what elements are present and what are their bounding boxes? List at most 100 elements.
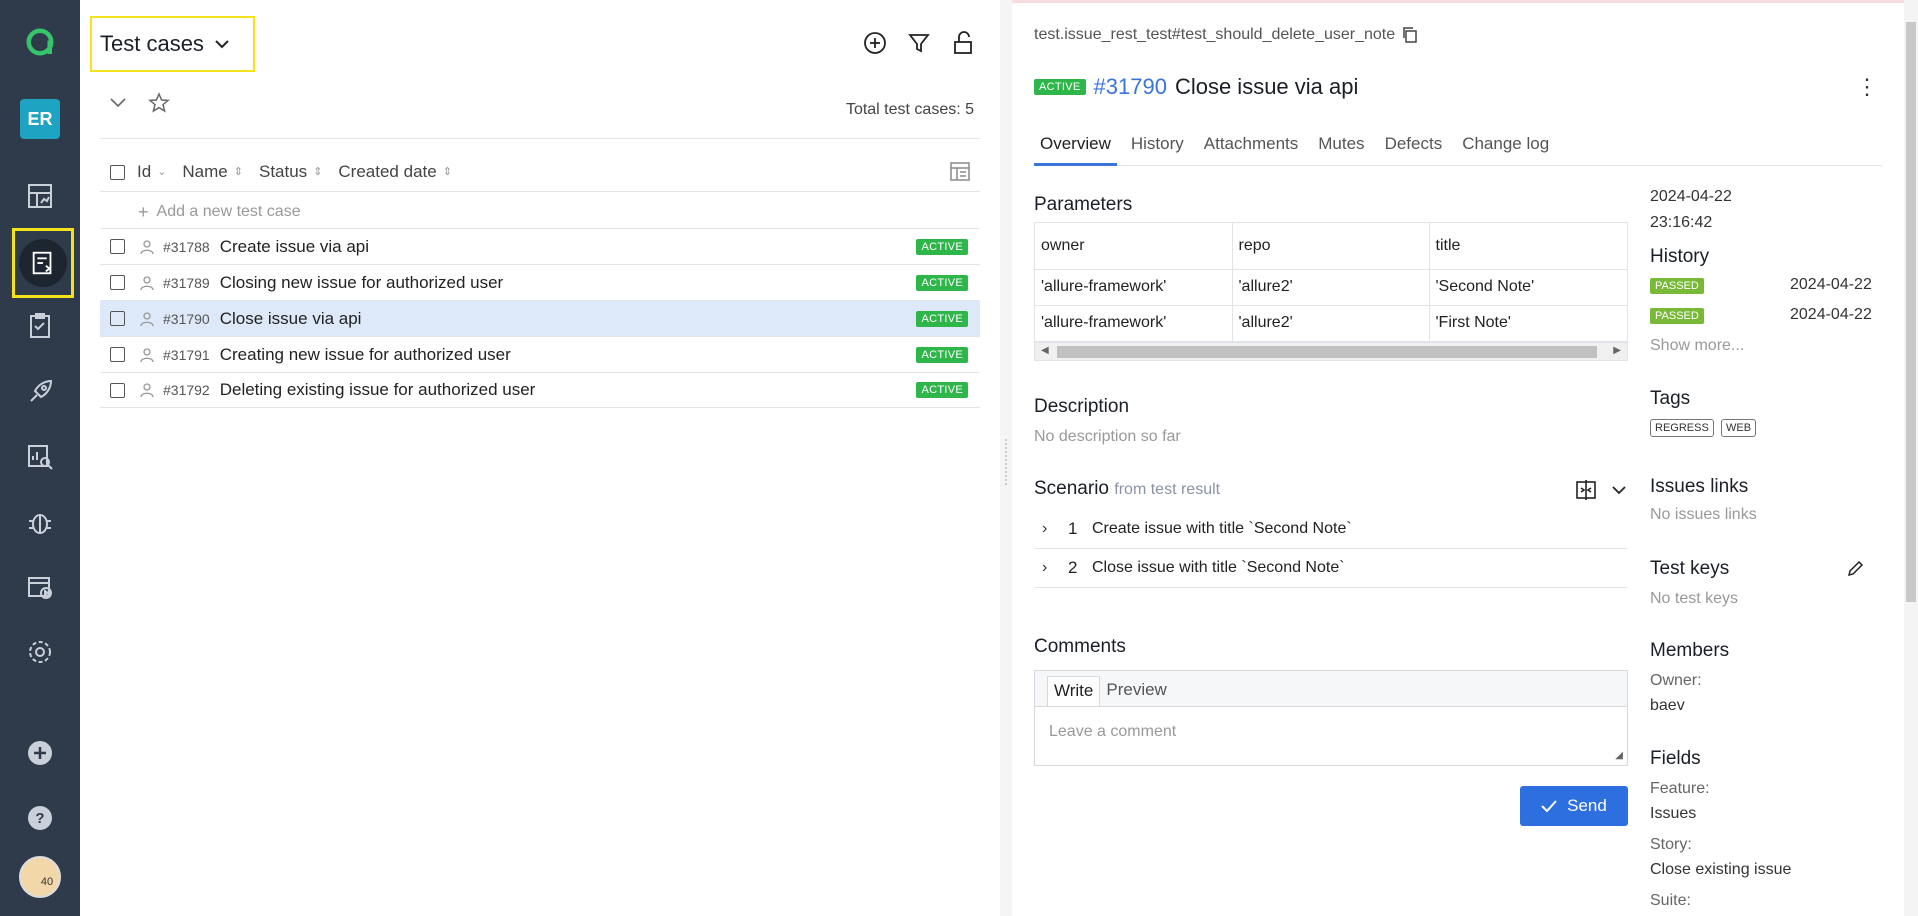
sidebar-item-test-cases[interactable] [12, 228, 74, 298]
column-created-date[interactable]: Created date ⇕ [338, 162, 452, 182]
table-row[interactable]: #31791 Creating new issue for authorized… [100, 336, 980, 372]
help-icon[interactable]: ? [14, 792, 66, 844]
tab-preview[interactable]: Preview [1100, 676, 1172, 706]
person-icon [140, 311, 154, 326]
sort-icon: ⇕ [233, 166, 243, 178]
tab-defects[interactable]: Defects [1379, 130, 1449, 166]
detail-title: Close issue via api [1174, 74, 1359, 99]
column-status[interactable]: Status ⇕ [259, 162, 322, 182]
param-header: owner [1035, 223, 1233, 270]
scroll-left-icon[interactable]: ◀ [1041, 345, 1049, 356]
select-all-checkbox[interactable] [110, 164, 125, 180]
user-initials-badge[interactable]: ER [20, 99, 60, 139]
header-actions [862, 30, 976, 56]
test-cases-icon [19, 239, 67, 287]
svg-text:?: ? [35, 810, 44, 827]
analytics-icon[interactable] [14, 431, 66, 483]
add-circle-icon[interactable] [862, 30, 888, 56]
row-checkbox[interactable] [110, 275, 125, 290]
user-avatar[interactable]: 40 [19, 856, 61, 898]
tag-chip[interactable]: WEB [1721, 419, 1757, 437]
scrollbar-thumb[interactable] [1057, 345, 1597, 358]
chevron-right-icon[interactable]: › [1042, 520, 1062, 538]
row-checkbox[interactable] [110, 239, 125, 254]
defects-bug-icon[interactable] [14, 496, 66, 548]
add-test-case-row[interactable]: + Add a new test case [100, 196, 980, 228]
test-case-detail: test.issue_rest_test#test_should_delete_… [1012, 0, 1904, 916]
compare-icon[interactable] [1574, 478, 1598, 502]
scenario-step[interactable]: › 2 Close issue with title `Second Note` [1034, 549, 1628, 588]
launches-icon[interactable] [14, 366, 66, 418]
param-cell: 'allure2' [1232, 269, 1430, 306]
jobs-icon[interactable] [14, 561, 66, 613]
more-options-icon[interactable]: ⋮ [1856, 74, 1878, 100]
test-case-id-link[interactable]: #31790 [1094, 74, 1167, 100]
fields-heading: Fields [1650, 748, 1701, 769]
test-cases-title-dropdown[interactable]: Test cases [90, 16, 255, 72]
chevron-right-icon[interactable]: › [1042, 559, 1062, 577]
check-icon [1541, 800, 1557, 812]
favorite-star-icon[interactable] [148, 92, 170, 119]
tab-history[interactable]: History [1125, 130, 1190, 166]
test-plans-icon[interactable] [14, 300, 66, 352]
table-row[interactable]: #31789 Closing new issue for authorized … [100, 264, 980, 300]
scroll-right-icon[interactable]: ▶ [1613, 345, 1621, 356]
tab-attachments[interactable]: Attachments [1198, 130, 1305, 166]
avatar-badge-text: 40 [40, 876, 54, 888]
allure-logo-icon[interactable] [14, 16, 66, 68]
test-cases-panel: Test cases Total test cases: 5 Id ⌄ Name ⇕… [80, 0, 1000, 916]
horizontal-scrollbar[interactable]: ◀ ▶ [1035, 341, 1627, 360]
status-badge: PASSED [1650, 308, 1704, 324]
sort-icon: ⇕ [442, 166, 452, 178]
tab-mutes[interactable]: Mutes [1312, 130, 1370, 166]
table-header: Id ⌄ Name ⇕ Status ⇕ Created date ⇕ [100, 153, 980, 191]
vertical-scrollbar[interactable] [1904, 0, 1918, 916]
filter-icon[interactable] [906, 30, 932, 56]
scenario-step[interactable]: › 1 Create issue with title `Second Note… [1034, 510, 1628, 549]
row-checkbox[interactable] [110, 382, 125, 398]
test-case-id: #31792 [163, 382, 210, 398]
chevron-down-icon[interactable] [1610, 481, 1628, 499]
comments-heading: Comments [1034, 636, 1126, 657]
table-row[interactable]: #31792 Deleting existing issue for autho… [100, 372, 980, 408]
unlock-icon[interactable] [950, 30, 976, 56]
resize-handle-icon[interactable]: ◢ [1615, 750, 1623, 761]
add-project-icon[interactable] [14, 727, 66, 779]
feature-label: Feature: [1650, 780, 1710, 797]
comment-input[interactable]: Leave a comment [1035, 707, 1627, 757]
step-number: 2 [1068, 558, 1078, 577]
test-case-id: #31790 [163, 310, 210, 327]
dashboards-icon[interactable] [14, 170, 66, 222]
tag-chip[interactable]: REGRESS [1650, 419, 1714, 437]
param-cell: 'allure-framework' [1035, 305, 1233, 342]
show-more-link[interactable]: Show more... [1650, 337, 1744, 355]
send-label: Send [1567, 796, 1607, 815]
settings-gear-icon[interactable] [14, 626, 66, 678]
row-checkbox[interactable] [110, 347, 125, 362]
status-badge: ACTIVE [916, 382, 968, 398]
comment-tabs: Write Preview [1035, 671, 1627, 707]
scrollbar-thumb[interactable] [1906, 22, 1916, 602]
column-name[interactable]: Name ⇕ [182, 162, 243, 182]
sidebar: ER ? 40 [0, 0, 80, 916]
table-row: 'allure-framework' 'allure2' 'First Note… [1035, 305, 1627, 342]
table-row[interactable]: #31788 Create issue via api ACTIVE [100, 228, 980, 264]
members-heading: Members [1650, 640, 1730, 661]
row-checkbox[interactable] [110, 311, 125, 326]
tab-overview[interactable]: Overview [1034, 130, 1117, 166]
copy-icon[interactable] [1401, 26, 1419, 44]
column-settings-icon[interactable] [948, 159, 972, 188]
tab-change-log[interactable]: Change log [1456, 130, 1555, 166]
total-test-cases: Total test cases: 5 [845, 101, 974, 118]
column-id[interactable]: Id ⌄ [137, 162, 166, 182]
table-row-selected[interactable]: #31790 Close issue via api ACTIVE [100, 300, 980, 336]
send-button[interactable]: Send [1520, 786, 1628, 826]
panel-resize-handle[interactable] [1000, 0, 1012, 916]
param-header: title [1429, 223, 1627, 270]
tab-write[interactable]: Write [1047, 676, 1101, 706]
edit-pencil-icon[interactable] [1846, 560, 1864, 578]
description-text: No description so far [1034, 428, 1181, 445]
param-cell: 'allure2' [1232, 305, 1430, 342]
collapse-chevron-icon[interactable] [108, 92, 128, 119]
history-date: 2024-04-22 [1790, 276, 1872, 293]
